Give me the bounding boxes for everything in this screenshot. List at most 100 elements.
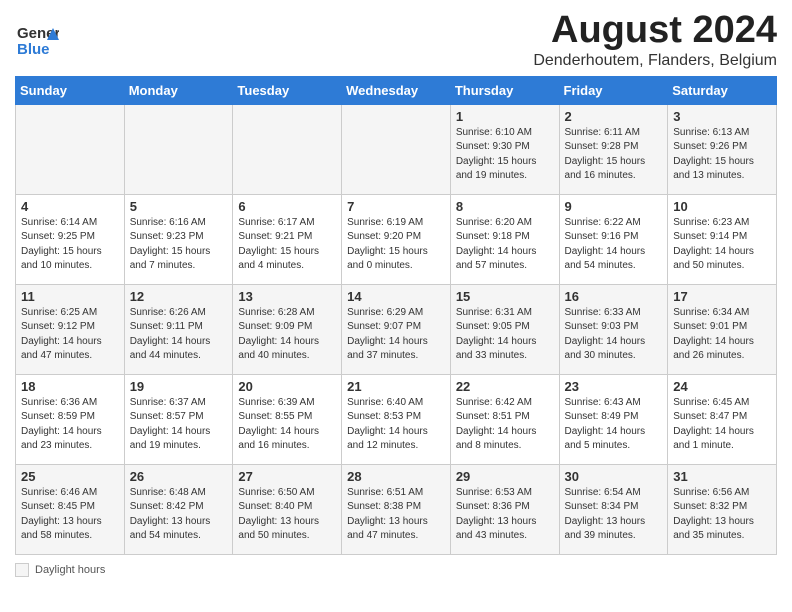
footer-note: Daylight hours xyxy=(15,563,777,577)
day-number: 1 xyxy=(456,109,554,124)
cell-info: Sunrise: 6:20 AM Sunset: 9:18 PM Dayligh… xyxy=(456,216,554,274)
cell-info: Sunrise: 6:17 AM Sunset: 9:21 PM Dayligh… xyxy=(238,216,336,274)
weekday-header: Monday xyxy=(124,76,233,104)
weekday-header: Tuesday xyxy=(233,76,342,104)
day-number: 10 xyxy=(673,199,771,214)
calendar-cell: 2Sunrise: 6:11 AM Sunset: 9:28 PM Daylig… xyxy=(559,104,668,194)
calendar-cell: 6 Sunrise: 6:17 AM Sunset: 9:21 PM Daylig… xyxy=(233,194,342,284)
calendar-cell xyxy=(16,104,125,194)
cell-info: Sunrise: 6:48 AM Sunset: 8:42 PM Dayligh… xyxy=(130,486,228,544)
calendar-cell: 20Sunrise: 6:39 AM Sunset: 8:55 PM Dayli… xyxy=(233,374,342,464)
weekday-header: Thursday xyxy=(450,76,559,104)
calendar-cell: 21Sunrise: 6:40 AM Sunset: 8:53 PM Dayli… xyxy=(342,374,451,464)
cell-info: Sunrise: 6:53 AM Sunset: 8:36 PM Dayligh… xyxy=(456,486,554,544)
cell-info: Sunrise: 6:11 AM Sunset: 9:28 PM Dayligh… xyxy=(565,126,663,184)
calendar-cell: 4Sunrise: 6:14 AM Sunset: 9:25 PM Daylig… xyxy=(16,194,125,284)
cell-info: Sunrise: 6:10 AM Sunset: 9:30 PM Dayligh… xyxy=(456,126,554,184)
calendar-cell: 28 Sunrise: 6:51 AM Sunset: 8:38 PM Dayli… xyxy=(342,464,451,554)
cell-info: Sunrise: 6:19 AM Sunset: 9:20 PM Dayligh… xyxy=(347,216,445,274)
day-number: 23 xyxy=(565,379,663,394)
day-number: 14 xyxy=(347,289,445,304)
day-number: 5 xyxy=(130,199,228,214)
calendar-cell: 12 Sunrise: 6:26 AM Sunset: 9:11 PM Dayli… xyxy=(124,284,233,374)
calendar-cell: 9Sunrise: 6:22 AM Sunset: 9:16 PM Daylig… xyxy=(559,194,668,284)
day-number: 11 xyxy=(21,289,119,304)
svg-text:Blue: Blue xyxy=(17,41,50,58)
cell-info: Sunrise: 6:14 AM Sunset: 9:25 PM Dayligh… xyxy=(21,216,119,274)
logo-icon: General Blue xyxy=(15,18,59,62)
logo: General Blue xyxy=(15,18,63,62)
cell-info: Sunrise: 6:45 AM Sunset: 8:47 PM Dayligh… xyxy=(673,396,771,454)
cell-info: Sunrise: 6:36 AM Sunset: 8:59 PM Dayligh… xyxy=(21,396,119,454)
calendar-cell: 16 Sunrise: 6:33 AM Sunset: 9:03 PM Dayli… xyxy=(559,284,668,374)
calendar-cell: 30Sunrise: 6:54 AM Sunset: 8:34 PM Dayli… xyxy=(559,464,668,554)
calendar-cell: 7Sunrise: 6:19 AM Sunset: 9:20 PM Daylig… xyxy=(342,194,451,284)
cell-info: Sunrise: 6:51 AM Sunset: 8:38 PM Dayligh… xyxy=(347,486,445,544)
cell-info: Sunrise: 6:50 AM Sunset: 8:40 PM Dayligh… xyxy=(238,486,336,544)
cell-info: Sunrise: 6:43 AM Sunset: 8:49 PM Dayligh… xyxy=(565,396,663,454)
day-number: 27 xyxy=(238,469,336,484)
day-number: 29 xyxy=(456,469,554,484)
day-number: 26 xyxy=(130,469,228,484)
calendar-table: SundayMondayTuesdayWednesdayThursdayFrid… xyxy=(15,76,777,555)
calendar-cell xyxy=(342,104,451,194)
calendar-cell: 23 Sunrise: 6:43 AM Sunset: 8:49 PM Dayli… xyxy=(559,374,668,464)
cell-info: Sunrise: 6:23 AM Sunset: 9:14 PM Dayligh… xyxy=(673,216,771,274)
calendar-cell: 27 Sunrise: 6:50 AM Sunset: 8:40 PM Dayli… xyxy=(233,464,342,554)
calendar-cell: 18 Sunrise: 6:36 AM Sunset: 8:59 PM Dayli… xyxy=(16,374,125,464)
cell-info: Sunrise: 6:26 AM Sunset: 9:11 PM Dayligh… xyxy=(130,306,228,364)
cell-info: Sunrise: 6:34 AM Sunset: 9:01 PM Dayligh… xyxy=(673,306,771,364)
day-number: 6 xyxy=(238,199,336,214)
cell-info: Sunrise: 6:42 AM Sunset: 8:51 PM Dayligh… xyxy=(456,396,554,454)
day-number: 28 xyxy=(347,469,445,484)
day-number: 31 xyxy=(673,469,771,484)
calendar-cell: 10 Sunrise: 6:23 AM Sunset: 9:14 PM Dayli… xyxy=(668,194,777,284)
cell-info: Sunrise: 6:46 AM Sunset: 8:45 PM Dayligh… xyxy=(21,486,119,544)
day-number: 18 xyxy=(21,379,119,394)
calendar-cell: 3 Sunrise: 6:13 AM Sunset: 9:26 PM Daylig… xyxy=(668,104,777,194)
title-area: August 2024 Denderhoutem, Flanders, Belg… xyxy=(533,10,777,70)
day-number: 15 xyxy=(456,289,554,304)
location: Denderhoutem, Flanders, Belgium xyxy=(533,52,777,70)
calendar-cell: 26 Sunrise: 6:48 AM Sunset: 8:42 PM Dayli… xyxy=(124,464,233,554)
header: General Blue August 2024 Denderhoutem, F… xyxy=(15,10,777,70)
cell-info: Sunrise: 6:16 AM Sunset: 9:23 PM Dayligh… xyxy=(130,216,228,274)
calendar-cell: 24 Sunrise: 6:45 AM Sunset: 8:47 PM Dayli… xyxy=(668,374,777,464)
weekday-header: Saturday xyxy=(668,76,777,104)
calendar-cell: 11Sunrise: 6:25 AM Sunset: 9:12 PM Dayli… xyxy=(16,284,125,374)
calendar-cell: 5 Sunrise: 6:16 AM Sunset: 9:23 PM Daylig… xyxy=(124,194,233,284)
cell-info: Sunrise: 6:13 AM Sunset: 9:26 PM Dayligh… xyxy=(673,126,771,184)
month-year: August 2024 xyxy=(533,10,777,52)
cell-info: Sunrise: 6:54 AM Sunset: 8:34 PM Dayligh… xyxy=(565,486,663,544)
calendar-cell: 17Sunrise: 6:34 AM Sunset: 9:01 PM Dayli… xyxy=(668,284,777,374)
day-number: 13 xyxy=(238,289,336,304)
calendar-cell: 1 Sunrise: 6:10 AM Sunset: 9:30 PM Daylig… xyxy=(450,104,559,194)
calendar-cell xyxy=(233,104,342,194)
cell-info: Sunrise: 6:28 AM Sunset: 9:09 PM Dayligh… xyxy=(238,306,336,364)
daylight-box xyxy=(15,563,29,577)
calendar-cell: 13 Sunrise: 6:28 AM Sunset: 9:09 PM Dayli… xyxy=(233,284,342,374)
cell-info: Sunrise: 6:29 AM Sunset: 9:07 PM Dayligh… xyxy=(347,306,445,364)
day-number: 22 xyxy=(456,379,554,394)
day-number: 3 xyxy=(673,109,771,124)
daylight-label: Daylight hours xyxy=(35,564,105,576)
cell-info: Sunrise: 6:33 AM Sunset: 9:03 PM Dayligh… xyxy=(565,306,663,364)
cell-info: Sunrise: 6:37 AM Sunset: 8:57 PM Dayligh… xyxy=(130,396,228,454)
calendar-cell: 15 Sunrise: 6:31 AM Sunset: 9:05 PM Dayli… xyxy=(450,284,559,374)
day-number: 8 xyxy=(456,199,554,214)
cell-info: Sunrise: 6:22 AM Sunset: 9:16 PM Dayligh… xyxy=(565,216,663,274)
day-number: 16 xyxy=(565,289,663,304)
calendar-cell: 14 Sunrise: 6:29 AM Sunset: 9:07 PM Dayli… xyxy=(342,284,451,374)
day-number: 12 xyxy=(130,289,228,304)
cell-info: Sunrise: 6:40 AM Sunset: 8:53 PM Dayligh… xyxy=(347,396,445,454)
calendar-cell: 31Sunrise: 6:56 AM Sunset: 8:32 PM Dayli… xyxy=(668,464,777,554)
calendar-cell: 22 Sunrise: 6:42 AM Sunset: 8:51 PM Dayli… xyxy=(450,374,559,464)
cell-info: Sunrise: 6:39 AM Sunset: 8:55 PM Dayligh… xyxy=(238,396,336,454)
day-number: 25 xyxy=(21,469,119,484)
calendar-cell xyxy=(124,104,233,194)
calendar-cell: 25 Sunrise: 6:46 AM Sunset: 8:45 PM Dayli… xyxy=(16,464,125,554)
weekday-header: Wednesday xyxy=(342,76,451,104)
weekday-header: Friday xyxy=(559,76,668,104)
day-number: 24 xyxy=(673,379,771,394)
cell-info: Sunrise: 6:31 AM Sunset: 9:05 PM Dayligh… xyxy=(456,306,554,364)
